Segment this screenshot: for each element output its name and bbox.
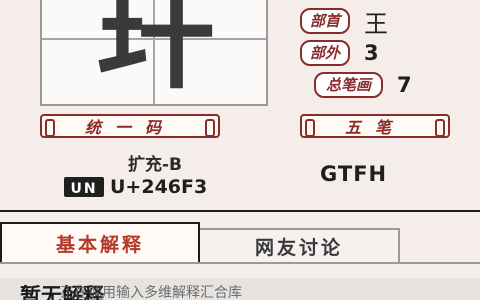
character-grid: 玕	[40, 0, 268, 106]
unicode-icon: UN	[64, 177, 104, 197]
property-strokes-outside: 部外 3	[300, 40, 379, 66]
explanation-content: 暂无解释 正在调用输入多维解释汇合库	[0, 278, 480, 300]
wubi-banner: 五笔	[300, 114, 450, 138]
character-glyph: 玕	[96, 0, 215, 105]
wubi-code: GTFH	[320, 162, 388, 186]
wubi-banner-label: 五笔	[344, 118, 405, 137]
tab-basic-explanation[interactable]: 基本解释	[0, 222, 200, 262]
section-divider	[0, 210, 480, 212]
property-radical: 部首 王	[300, 8, 388, 38]
strokes-outside-label: 部外	[300, 40, 351, 66]
radical-label: 部首	[300, 8, 351, 34]
unicode-row: UN U+246F3	[64, 176, 207, 198]
explanation-overlay-text: 正在调用输入多维解释汇合库	[60, 285, 242, 300]
unicode-banner: 统一码	[40, 114, 220, 138]
tab-bar-underline	[0, 262, 480, 264]
tab-user-discussion-label: 网友讨论	[254, 236, 343, 259]
unicode-banner-label: 统一码	[84, 118, 175, 137]
total-strokes-label: 总笔画	[314, 72, 384, 98]
tab-user-discussion[interactable]: 网友讨论	[200, 228, 400, 262]
unicode-codepoint: U+246F3	[110, 176, 208, 198]
tab-basic-explanation-label: 基本解释	[55, 233, 144, 256]
strokes-outside-value: 3	[364, 41, 379, 65]
property-total-strokes: 总笔画 7	[314, 72, 412, 98]
total-strokes-value: 7	[397, 73, 412, 97]
extension-block: 扩充-B	[127, 155, 182, 175]
radical-value: 王	[364, 9, 389, 38]
